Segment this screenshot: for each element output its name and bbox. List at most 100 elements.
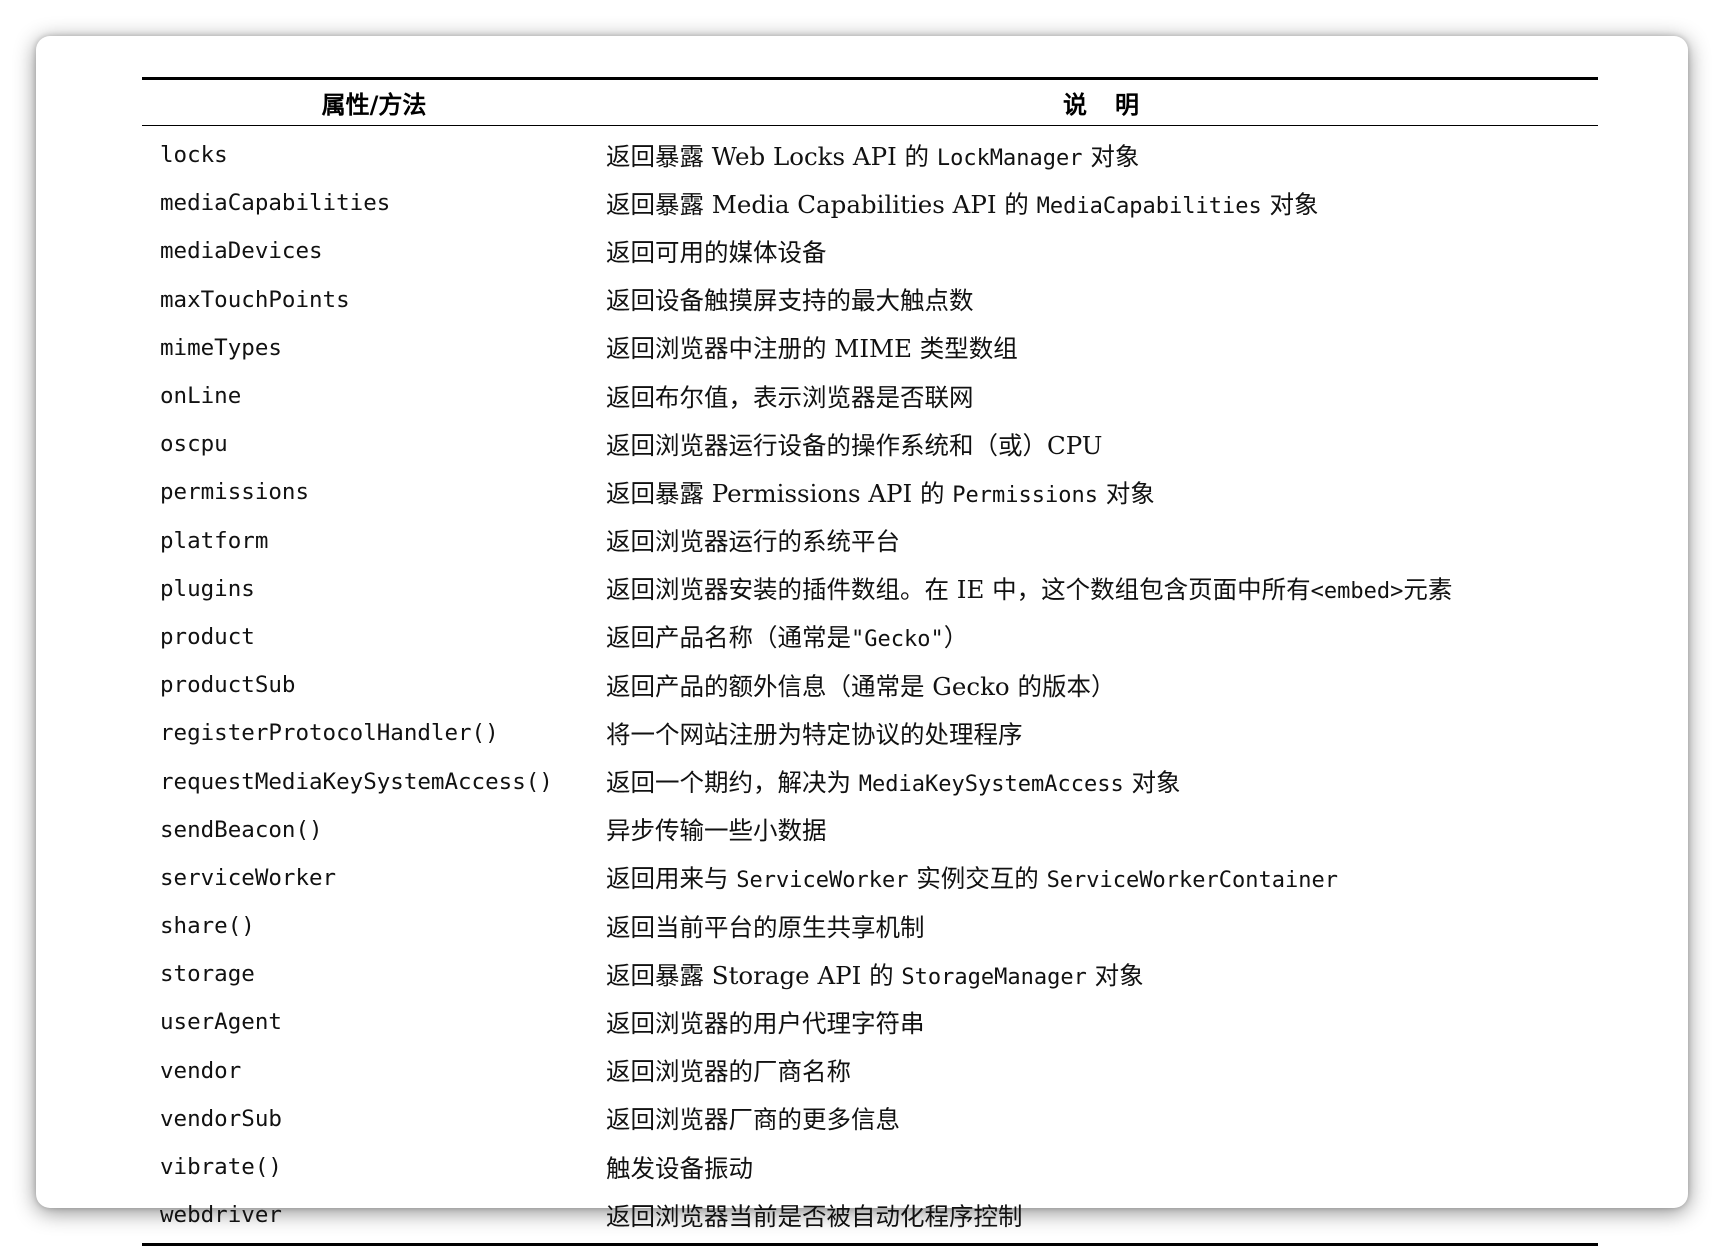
- property-name: mimeTypes: [160, 334, 282, 361]
- table-row: maxTouchPoints 返回设备触摸屏支持的最大触点数: [142, 276, 1598, 324]
- document-page: 属性/方法 说 明 locks 返回暴露 Web Locks API 的 Lock…: [36, 36, 1688, 1246]
- description-text: 返回用来与: [606, 864, 737, 894]
- table-row: productSub 返回产品的额外信息（通常是 Gecko 的版本）: [142, 661, 1598, 709]
- description-text: 对象: [1082, 141, 1140, 171]
- property-description: 返回暴露 Media Capabilities API 的 MediaCapab…: [606, 186, 1598, 221]
- description-text: 返回产品的额外信息（通常是 Gecko 的版本）: [606, 671, 1116, 701]
- property-name: platform: [160, 527, 269, 554]
- description-text: 返回一个期约，解决为: [606, 768, 859, 798]
- table-row: mediaDevices 返回可用的媒体设备: [142, 227, 1598, 275]
- inline-code: ServiceWorkerContainer: [1046, 868, 1338, 894]
- property-description: 返回浏览器中注册的 MIME 类型数组: [606, 330, 1598, 365]
- table-row: vendor 返回浏览器的厂商名称: [142, 1047, 1598, 1095]
- property-name: locks: [160, 142, 228, 169]
- property-description: 返回浏览器的厂商名称: [606, 1053, 1598, 1088]
- description-text: ）: [943, 623, 969, 653]
- description-text: 返回暴露 Storage API 的: [606, 960, 902, 990]
- inline-code: Permissions: [952, 482, 1098, 508]
- table-row: requestMediaKeySystemAccess() 返回一个期约，解决为 …: [142, 757, 1598, 805]
- property-description: 返回用来与 ServiceWorker 实例交互的 ServiceWorkerC…: [606, 860, 1598, 895]
- table-row: platform 返回浏览器运行的系统平台: [142, 517, 1598, 565]
- property-description: 返回可用的媒体设备: [606, 234, 1598, 269]
- description-text: 返回可用的媒体设备: [606, 237, 827, 267]
- property-name: permissions: [160, 479, 310, 506]
- description-text: 返回暴露 Permissions API 的: [606, 478, 953, 508]
- table-row: product 返回产品名称（通常是"Gecko"）: [142, 613, 1598, 661]
- property-description: 返回浏览器的用户代理字符串: [606, 1005, 1598, 1040]
- property-description: 将一个网站注册为特定协议的处理程序: [606, 716, 1598, 751]
- property-description: 返回暴露 Web Locks API 的 LockManager 对象: [606, 138, 1598, 173]
- inline-code: ServiceWorker: [736, 868, 909, 894]
- description-text: 返回浏览器中注册的 MIME 类型数组: [606, 334, 1018, 364]
- property-description: 返回一个期约，解决为 MediaKeySystemAccess 对象: [606, 764, 1598, 799]
- description-text: 将一个网站注册为特定协议的处理程序: [606, 719, 1023, 749]
- property-description: 返回浏览器安装的插件数组。在 IE 中，这个数组包含页面中所有<embed>元素: [606, 571, 1598, 606]
- table-row: onLine 返回布尔值，表示浏览器是否联网: [142, 372, 1598, 420]
- property-description: 返回当前平台的原生共享机制: [606, 909, 1598, 944]
- description-text: 返回浏览器安装的插件数组。在 IE 中，这个数组包含页面中所有: [606, 575, 1311, 605]
- property-name: onLine: [160, 383, 242, 410]
- table-row: vibrate() 触发设备振动: [142, 1143, 1598, 1191]
- property-description: 返回设备触摸屏支持的最大触点数: [606, 282, 1598, 317]
- table-row: userAgent 返回浏览器的用户代理字符串: [142, 998, 1598, 1046]
- property-description: 返回布尔值，表示浏览器是否联网: [606, 379, 1598, 414]
- navigator-properties-table: 属性/方法 说 明 locks 返回暴露 Web Locks API 的 Lock…: [142, 77, 1598, 1246]
- property-description: 返回暴露 Permissions API 的 Permissions 对象: [606, 475, 1598, 510]
- property-description: 返回浏览器运行的系统平台: [606, 523, 1598, 558]
- property-name: mediaDevices: [160, 238, 323, 265]
- table-row: mimeTypes 返回浏览器中注册的 MIME 类型数组: [142, 324, 1598, 372]
- property-name: productSub: [160, 672, 296, 699]
- description-text: 触发设备振动: [606, 1153, 753, 1183]
- description-text: 返回浏览器的厂商名称: [606, 1057, 851, 1087]
- inline-code: "Gecko": [851, 627, 944, 653]
- property-name: registerProtocolHandler(): [160, 720, 499, 747]
- property-name: requestMediaKeySystemAccess(): [160, 768, 553, 795]
- property-description: 返回暴露 Storage API 的 StorageManager 对象: [606, 957, 1598, 992]
- description-text: 返回浏览器运行的系统平台: [606, 527, 900, 557]
- table-header: 属性/方法 说 明: [142, 80, 1598, 125]
- table-row: share() 返回当前平台的原生共享机制: [142, 902, 1598, 950]
- property-name: maxTouchPoints: [160, 286, 350, 313]
- inline-code: LockManager: [936, 145, 1083, 171]
- table-row: serviceWorker 返回用来与 ServiceWorker 实例交互的 S…: [142, 854, 1598, 902]
- property-name: serviceWorker: [160, 864, 337, 891]
- property-name: webdriver: [160, 1202, 282, 1229]
- description-text: 返回浏览器厂商的更多信息: [606, 1105, 900, 1135]
- description-text: 对象: [1097, 478, 1155, 508]
- property-name: storage: [160, 961, 255, 988]
- property-description: 返回浏览器当前是否被自动化程序控制: [606, 1198, 1598, 1233]
- table-row: webdriver 返回浏览器当前是否被自动化程序控制: [142, 1191, 1598, 1239]
- header-description: 说 明: [1063, 91, 1141, 119]
- description-text: 返回布尔值，表示浏览器是否联网: [606, 382, 974, 412]
- description-text: 对象: [1261, 189, 1319, 219]
- table-row: locks 返回暴露 Web Locks API 的 LockManager 对象: [142, 131, 1598, 179]
- description-text: 返回设备触摸屏支持的最大触点数: [606, 286, 974, 316]
- description-text: 返回浏览器运行设备的操作系统和（或）CPU: [606, 430, 1103, 460]
- property-name: mediaCapabilities: [160, 190, 391, 217]
- property-name: sendBeacon(): [160, 816, 323, 843]
- table-row: mediaCapabilities 返回暴露 Media Capabilities…: [142, 179, 1598, 227]
- description-text: 返回浏览器当前是否被自动化程序控制: [606, 1201, 1023, 1231]
- description-text: 返回产品名称（通常是: [606, 623, 851, 653]
- table-body: locks 返回暴露 Web Locks API 的 LockManager 对象…: [142, 126, 1598, 1243]
- description-text: 元素: [1403, 575, 1453, 605]
- table-row: plugins 返回浏览器安装的插件数组。在 IE 中，这个数组包含页面中所有<e…: [142, 565, 1598, 613]
- property-name: vendor: [160, 1057, 242, 1084]
- property-name: plugins: [160, 575, 255, 602]
- description-text: 返回当前平台的原生共享机制: [606, 912, 925, 942]
- property-description: 返回产品名称（通常是"Gecko"）: [606, 619, 1598, 654]
- inline-code: MediaKeySystemAccess: [858, 772, 1124, 798]
- table-row: oscpu 返回浏览器运行设备的操作系统和（或）CPU: [142, 420, 1598, 468]
- property-description: 异步传输一些小数据: [606, 812, 1598, 847]
- description-text: 返回浏览器的用户代理字符串: [606, 1008, 925, 1038]
- description-text: 对象: [1086, 960, 1144, 990]
- header-property: 属性/方法: [321, 91, 427, 119]
- property-name: oscpu: [160, 431, 228, 458]
- property-description: 返回浏览器厂商的更多信息: [606, 1101, 1598, 1136]
- property-description: 返回浏览器运行设备的操作系统和（或）CPU: [606, 427, 1598, 462]
- description-text: 对象: [1123, 768, 1181, 798]
- property-description: 触发设备振动: [606, 1150, 1598, 1185]
- description-text: 异步传输一些小数据: [606, 816, 827, 846]
- table-row: vendorSub 返回浏览器厂商的更多信息: [142, 1095, 1598, 1143]
- description-text: 返回暴露 Web Locks API 的: [606, 141, 937, 171]
